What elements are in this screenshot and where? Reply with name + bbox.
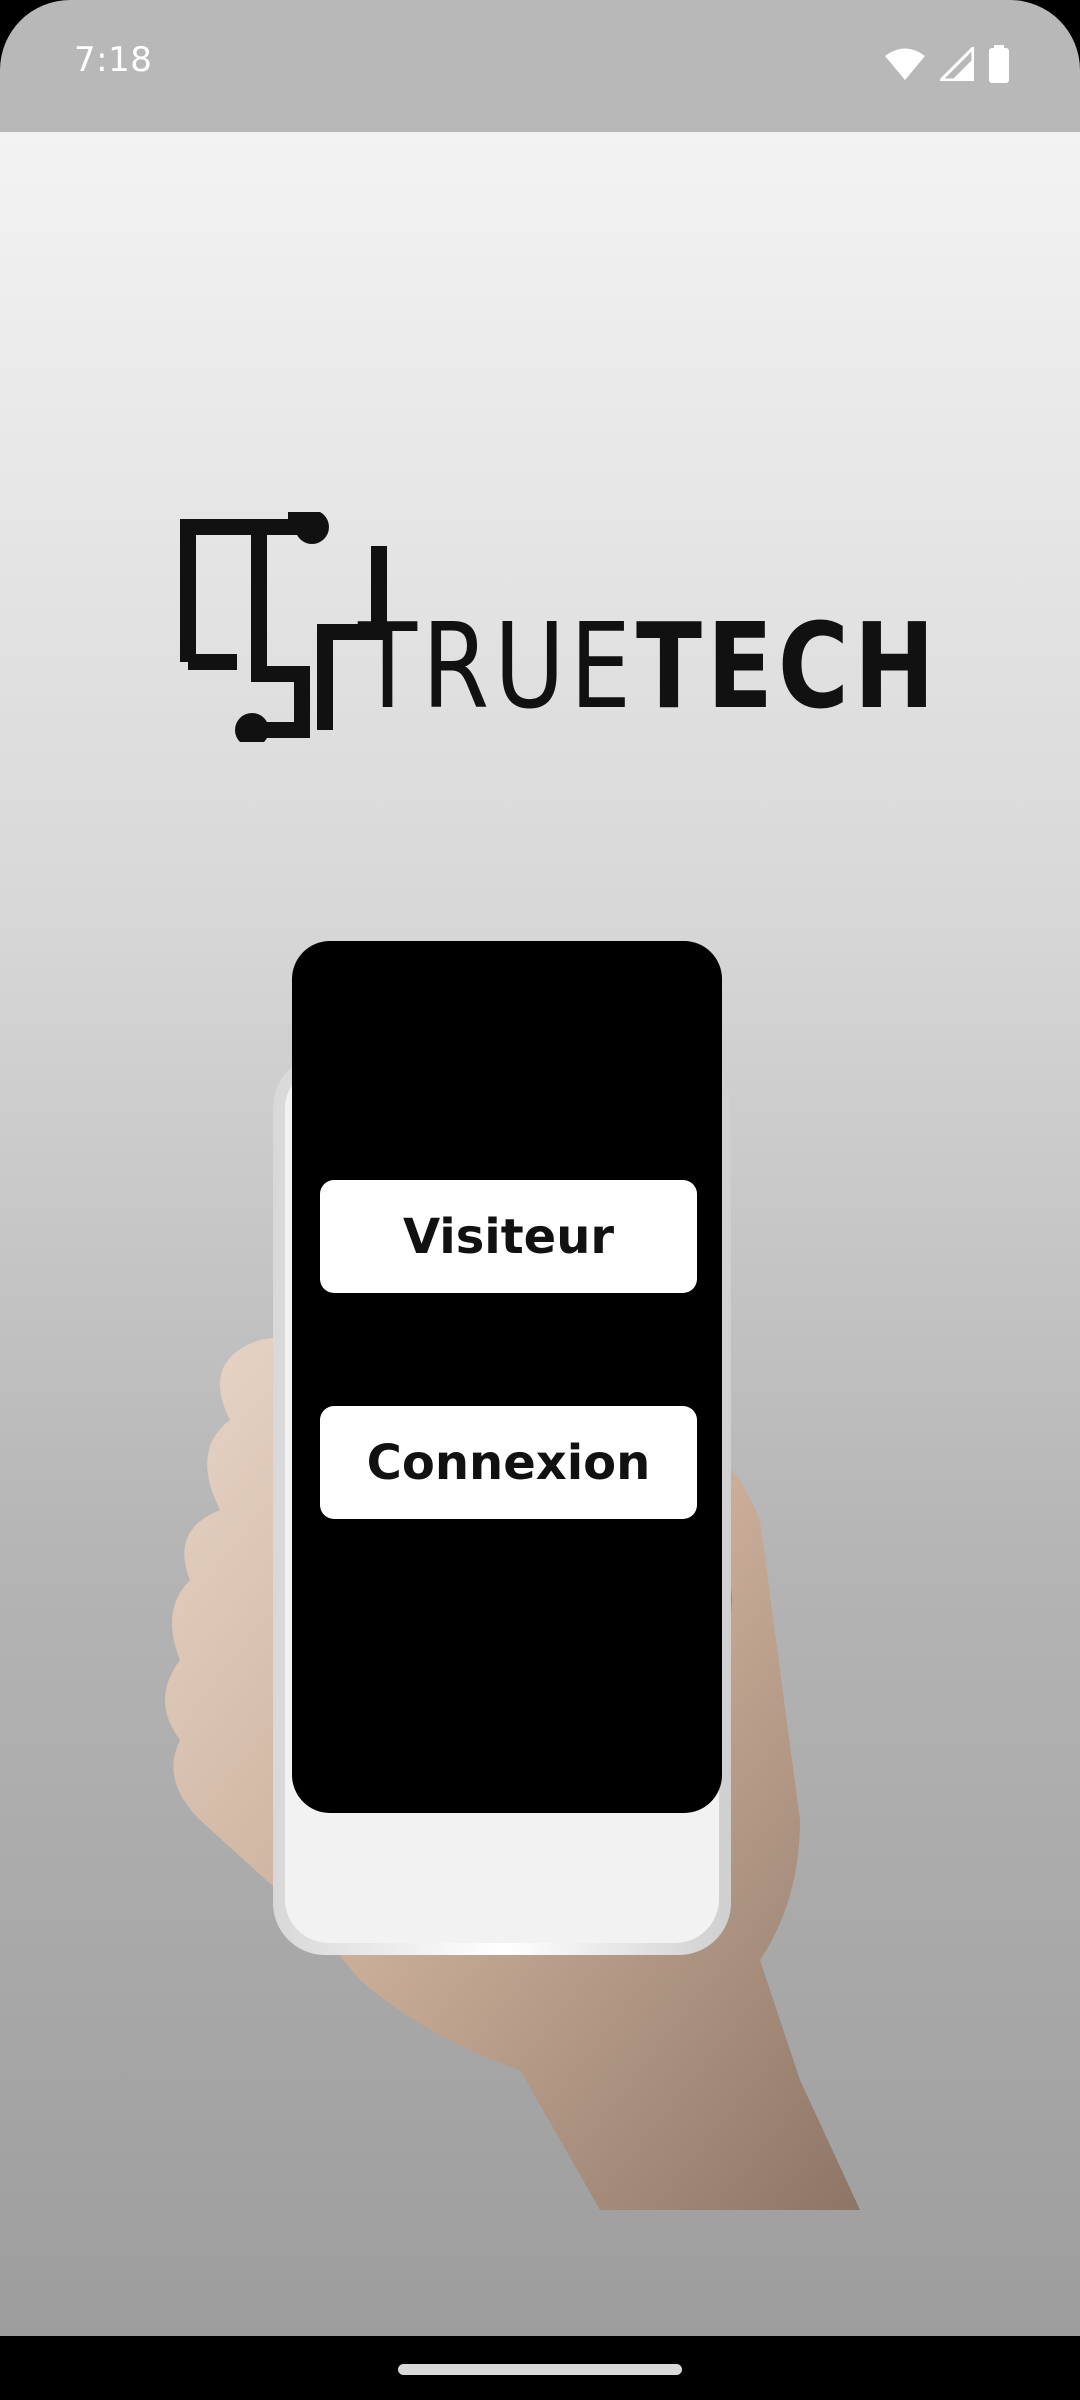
status-icons	[884, 44, 1010, 84]
wifi-icon	[885, 48, 925, 80]
cell-signal-icon	[940, 47, 974, 81]
battery-icon	[989, 45, 1009, 83]
phone-screen-mockup	[292, 941, 722, 1813]
navigation-bar	[0, 2336, 1080, 2400]
home-indicator[interactable]	[398, 2364, 682, 2375]
login-button[interactable]: Connexion	[320, 1406, 697, 1519]
status-bar: 7:18	[0, 0, 1080, 132]
logo-word-true: TRUE	[358, 597, 636, 735]
logo-wordmark: TRUETECH	[358, 607, 940, 725]
status-time: 7:18	[74, 40, 153, 80]
truetech-logo: TRUETECH	[180, 512, 935, 742]
logo-word-tech: TECH	[635, 597, 940, 735]
visitor-button[interactable]: Visiteur	[320, 1180, 697, 1293]
app-screen: 7:18 TRUETECH Visiteur Connexion	[0, 0, 1080, 2400]
